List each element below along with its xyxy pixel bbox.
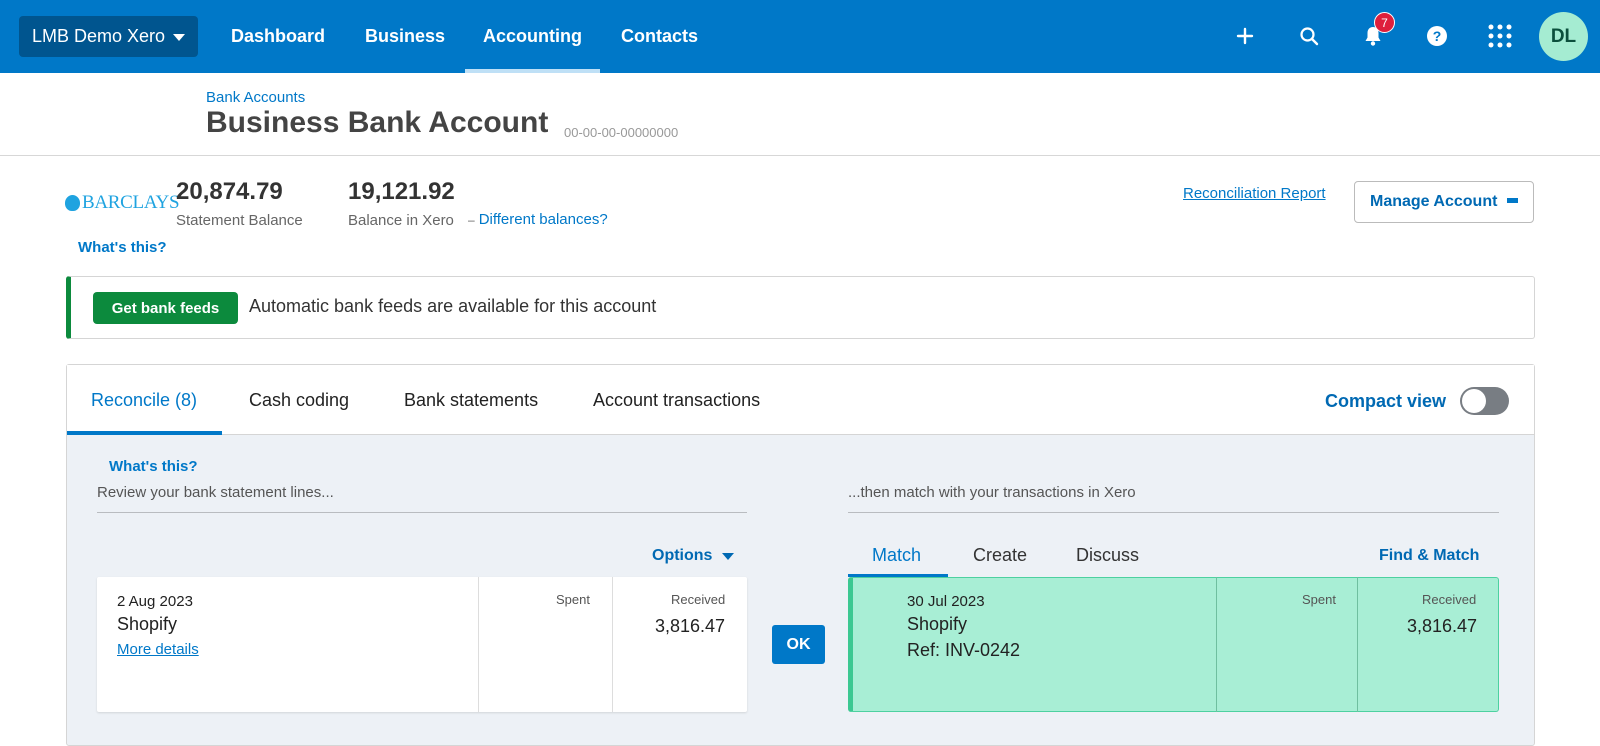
options-label: Options xyxy=(652,547,713,564)
ok-button[interactable]: OK xyxy=(772,625,825,664)
statement-received-label: Received xyxy=(671,592,726,607)
search-icon[interactable] xyxy=(1293,20,1325,52)
help-icon[interactable]: ? xyxy=(1421,20,1453,52)
right-hint: ...then match with your transactions in … xyxy=(848,484,1136,501)
toggle-knob xyxy=(1462,389,1486,413)
match-received-label: Received xyxy=(1422,592,1477,607)
separator: – xyxy=(468,213,475,227)
nav-contacts[interactable]: Contacts xyxy=(621,0,698,73)
statement-payee: Shopify xyxy=(117,614,178,634)
statement-date: 2 Aug 2023 xyxy=(117,593,193,610)
different-balances-link[interactable]: – Different balances? xyxy=(468,211,608,228)
column-divider xyxy=(1357,577,1358,712)
tab-create[interactable]: Create xyxy=(973,540,1027,577)
statement-balance-label: Statement Balance xyxy=(176,212,303,229)
nav-accounting[interactable]: Accounting xyxy=(465,0,600,73)
different-balances-text: Different balances? xyxy=(478,211,608,228)
reconcile-whats-this-link[interactable]: What's this? xyxy=(109,458,198,475)
bank-name: BARCLAYS xyxy=(82,192,180,213)
options-dropdown[interactable]: Options xyxy=(652,547,735,565)
xero-balance: 19,121.92 xyxy=(348,178,455,205)
tab-cash-coding[interactable]: Cash coding xyxy=(249,365,349,435)
match-spent-label: Spent xyxy=(1302,592,1336,607)
column-divider xyxy=(1216,577,1217,712)
manage-account-label: Manage Account xyxy=(1370,193,1498,210)
breadcrumb-bank-accounts[interactable]: Bank Accounts xyxy=(206,89,305,106)
bank-feeds-message: Automatic bank feeds are available for t… xyxy=(249,296,657,316)
tab-discuss[interactable]: Discuss xyxy=(1076,540,1139,577)
organisation-name: LMB Demo Xero xyxy=(32,26,166,46)
tab-reconcile[interactable]: Reconcile (8) xyxy=(91,365,197,435)
get-bank-feeds-button[interactable]: Get bank feeds xyxy=(93,292,238,324)
statement-balance: 20,874.79 xyxy=(176,178,283,205)
left-hint: Review your bank statement lines... xyxy=(97,484,334,501)
page-title: Business Bank Account xyxy=(206,106,549,139)
reconciliation-report-link[interactable]: Reconciliation Report xyxy=(1183,185,1326,202)
plus-icon[interactable] xyxy=(1229,20,1261,52)
find-and-match-link[interactable]: Find & Match xyxy=(1379,547,1479,565)
more-details-link[interactable]: More details xyxy=(117,641,199,658)
caret-down-icon xyxy=(173,34,186,41)
match-reference: Ref: INV-0242 xyxy=(907,640,1021,660)
statement-spent-label: Spent xyxy=(556,592,590,607)
notification-badge: 7 xyxy=(1374,12,1395,33)
column-divider xyxy=(478,577,479,712)
nav-business[interactable]: Business xyxy=(365,0,445,73)
nav-dashboard[interactable]: Dashboard xyxy=(231,0,325,73)
match-payee: Shopify xyxy=(907,614,968,634)
apps-grid-icon[interactable] xyxy=(1484,20,1516,52)
match-date: 30 Jul 2023 xyxy=(907,593,985,610)
svg-text:?: ? xyxy=(1433,28,1442,44)
account-number: 00-00-00-00000000 xyxy=(564,125,679,140)
user-avatar[interactable]: DL xyxy=(1539,12,1588,61)
caret-down-icon xyxy=(722,552,735,560)
statement-received-amount: 3,816.47 xyxy=(655,616,726,636)
tab-match[interactable]: Match xyxy=(872,540,921,577)
bank-logo: BARCLAYS xyxy=(65,192,180,214)
tab-bank-statements[interactable]: Bank statements xyxy=(404,365,538,435)
eagle-icon xyxy=(65,195,80,211)
column-divider xyxy=(612,577,613,712)
match-received-amount: 3,816.47 xyxy=(1407,616,1478,636)
compact-view-label: Compact view xyxy=(1325,391,1447,411)
compact-view-toggle[interactable] xyxy=(1460,387,1509,415)
left-divider xyxy=(97,512,747,513)
minus-icon xyxy=(1507,198,1519,203)
tab-account-transactions[interactable]: Account transactions xyxy=(593,365,760,435)
manage-account-button[interactable]: Manage Account xyxy=(1354,181,1534,223)
organisation-switcher[interactable]: LMB Demo Xero xyxy=(19,16,198,57)
active-tab-indicator xyxy=(67,431,222,435)
xero-balance-label: Balance in Xero xyxy=(348,212,454,229)
right-divider xyxy=(848,512,1499,513)
whats-this-link[interactable]: What's this? xyxy=(78,239,167,256)
